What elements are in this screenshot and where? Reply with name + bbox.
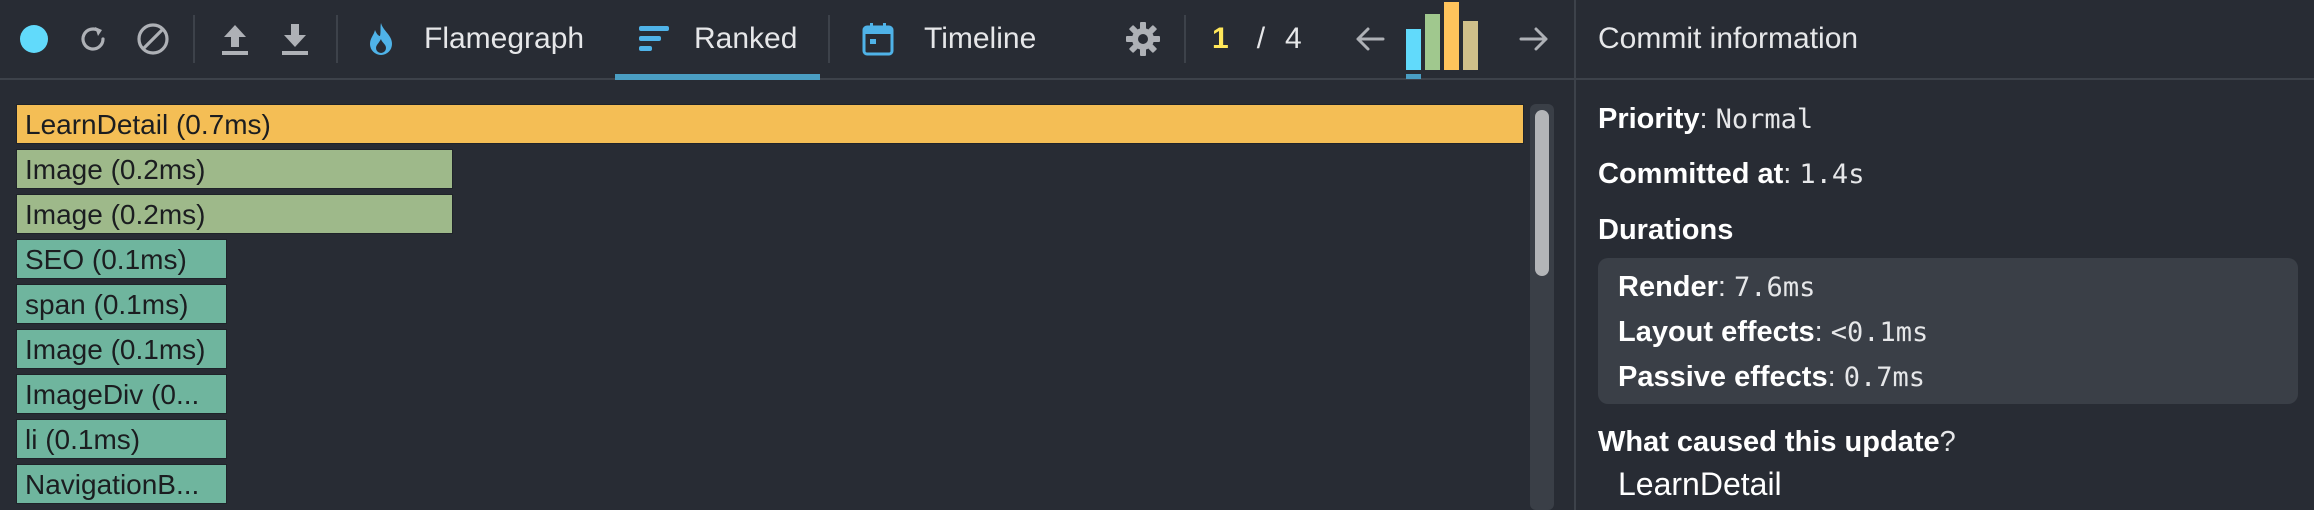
layout-effects-label: Layout effects bbox=[1618, 316, 1815, 348]
upload-icon[interactable] bbox=[214, 0, 256, 78]
passive-effects-row: Passive effects: 0.7ms bbox=[1618, 361, 1925, 393]
reload-and-profile-icon[interactable] bbox=[72, 0, 114, 78]
priority-label: Priority bbox=[1598, 103, 1700, 135]
ranked-row[interactable]: ImageDiv (0... bbox=[16, 374, 227, 414]
ranked-row[interactable]: NavigationB... bbox=[16, 464, 227, 504]
ranked-row[interactable]: SEO (0.1ms) bbox=[16, 239, 227, 279]
calendar-icon bbox=[862, 22, 894, 56]
passive-effects-label: Passive effects bbox=[1618, 361, 1828, 393]
tab-timeline-label: Timeline bbox=[924, 22, 1037, 55]
committed-at-value: 1.4s bbox=[1799, 159, 1865, 190]
passive-effects-value: 0.7ms bbox=[1843, 362, 1925, 393]
commit-bar[interactable] bbox=[1444, 2, 1459, 70]
update-cause-component[interactable]: LearnDetail bbox=[1618, 466, 1782, 503]
committed-at-label: Committed at bbox=[1598, 158, 1784, 190]
ranked-row[interactable]: Image (0.2ms) bbox=[16, 194, 453, 234]
toolbar-separator bbox=[336, 15, 338, 63]
layout-effects-value: <0.1ms bbox=[1830, 317, 1929, 348]
commit-bar[interactable] bbox=[1406, 29, 1421, 70]
durations-label: Durations bbox=[1598, 214, 1734, 246]
record-icon[interactable] bbox=[14, 0, 54, 78]
ranked-row[interactable]: li (0.1ms) bbox=[16, 419, 227, 459]
ranked-row[interactable]: Image (0.2ms) bbox=[16, 149, 453, 189]
flame-icon bbox=[366, 21, 396, 57]
render-duration-row: Render: 7.6ms bbox=[1618, 271, 1816, 303]
tab-flamegraph-label: Flamegraph bbox=[424, 22, 585, 55]
update-cause-heading: What caused this update? bbox=[1598, 426, 1956, 459]
ranked-row[interactable]: Image (0.1ms) bbox=[16, 329, 227, 369]
durations-heading: Durations bbox=[1598, 214, 1733, 247]
next-commit-arrow-icon[interactable] bbox=[1512, 0, 1556, 78]
layout-effects-row: Layout effects: <0.1ms bbox=[1618, 316, 1929, 348]
toolbar-separator bbox=[193, 15, 195, 63]
ranked-row[interactable]: LearnDetail (0.7ms) bbox=[16, 104, 1524, 144]
tab-flamegraph[interactable]: Flamegraph bbox=[366, 0, 606, 78]
tab-ranked[interactable]: Ranked bbox=[638, 0, 828, 78]
commit-current-index: 1 bbox=[1212, 22, 1229, 55]
commit-info-panel: Commit information Priority: Normal Comm… bbox=[1574, 0, 2314, 510]
priority-value: Normal bbox=[1715, 104, 1814, 135]
scrollbar-thumb[interactable] bbox=[1535, 110, 1549, 276]
ranked-icon bbox=[638, 24, 670, 54]
commit-info-title: Commit information bbox=[1576, 0, 2314, 80]
selected-commit-indicator bbox=[1406, 74, 1421, 79]
download-icon[interactable] bbox=[274, 0, 316, 78]
render-value: 7.6ms bbox=[1734, 272, 1816, 303]
commit-separator: / bbox=[1256, 22, 1266, 55]
ranked-chart: LearnDetail (0.7ms) Image (0.2ms) Image (0… bbox=[0, 80, 1574, 510]
commit-counter: 1 / 4 bbox=[1212, 0, 1302, 78]
commit-bar[interactable] bbox=[1425, 14, 1440, 70]
toolbar-separator bbox=[1184, 15, 1186, 63]
settings-gear-icon[interactable] bbox=[1120, 0, 1166, 78]
profiler-toolbar: Flamegraph Ranked Timeline 1 / 4 bbox=[0, 0, 1574, 80]
commit-selector-chart[interactable] bbox=[1406, 0, 1484, 80]
commit-bar[interactable] bbox=[1463, 21, 1478, 70]
previous-commit-arrow-icon[interactable] bbox=[1348, 0, 1392, 78]
ranked-row[interactable]: span (0.1ms) bbox=[16, 284, 227, 324]
update-cause-question-mark: ? bbox=[1939, 426, 1956, 458]
profiler-main-panel: Flamegraph Ranked Timeline 1 / 4 LearnDe… bbox=[0, 0, 1574, 510]
toolbar-separator bbox=[828, 15, 830, 63]
render-label: Render bbox=[1618, 271, 1718, 303]
commit-total: 4 bbox=[1285, 22, 1302, 55]
tab-ranked-label: Ranked bbox=[694, 22, 798, 55]
update-cause-label: What caused this update bbox=[1598, 426, 1940, 458]
priority-row: Priority: Normal bbox=[1598, 103, 1814, 135]
tab-timeline[interactable]: Timeline bbox=[862, 0, 1082, 78]
committed-at-row: Committed at: 1.4s bbox=[1598, 158, 1865, 190]
clear-profiling-data-icon[interactable] bbox=[132, 0, 174, 78]
